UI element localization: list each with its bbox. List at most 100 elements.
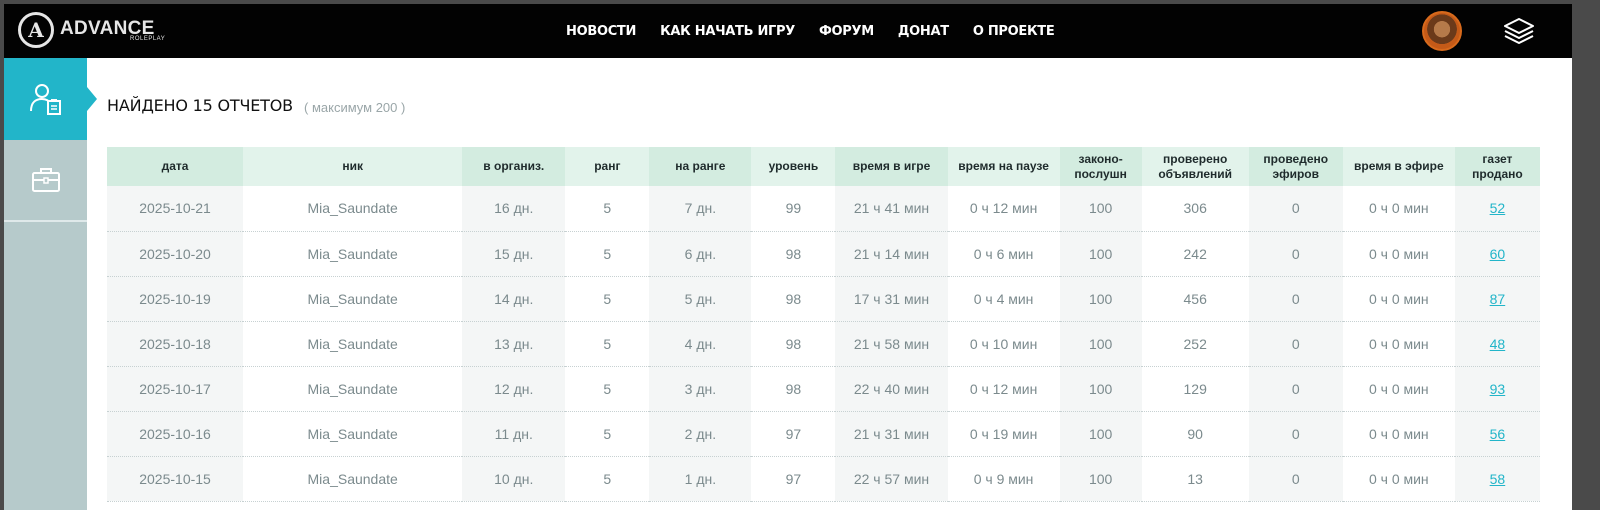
cell-nick: Mia_Saundate xyxy=(243,321,463,367)
sidebar xyxy=(4,58,97,510)
cell-ads-checked: 129 xyxy=(1141,366,1249,412)
cell-broadcasts: 0 xyxy=(1248,231,1343,277)
cell-time-on-pause: 0 ч 9 мин xyxy=(947,456,1060,502)
cell-ads-checked: 252 xyxy=(1141,321,1249,367)
cell-rank: 5 xyxy=(565,321,650,367)
cell-time-in-game: 17 ч 31 мин xyxy=(835,276,948,322)
column-header-time-on-pause[interactable]: время на паузе xyxy=(947,147,1060,186)
sidebar-item-organization[interactable] xyxy=(4,140,87,222)
cell-on-rank: 6 дн. xyxy=(649,231,752,277)
cell-broadcasts: 0 xyxy=(1248,186,1343,232)
cell-law-abiding: 100 xyxy=(1059,186,1142,232)
cell-time-on-air: 0 ч 0 мин xyxy=(1342,456,1455,502)
cell-nick: Mia_Saundate xyxy=(243,456,463,502)
cell-date: 2025-10-15 xyxy=(107,456,244,502)
nav-link-donate[interactable]: ДОНАТ xyxy=(898,24,949,39)
nav-link-about[interactable]: О ПРОЕКТЕ xyxy=(973,24,1055,39)
cell-time-in-game: 21 ч 41 мин xyxy=(835,186,948,232)
cell-nick: Mia_Saundate xyxy=(243,186,463,232)
cell-level: 98 xyxy=(751,276,836,322)
nav-link-how-to-start[interactable]: КАК НАЧАТЬ ИГРУ xyxy=(660,24,795,39)
cell-ads-checked: 13 xyxy=(1141,456,1249,502)
column-header-time-in-game[interactable]: время в игре xyxy=(835,147,948,186)
sidebar-item-reports[interactable] xyxy=(4,58,97,140)
column-header-level[interactable]: уровень xyxy=(751,147,836,186)
table-row: 2025-10-20 Mia_Saundate 15 дн. 5 6 дн. 98 21 ч… xyxy=(107,231,1540,277)
papers-sold-link[interactable]: 48 xyxy=(1490,336,1506,352)
nav-link-forum[interactable]: ФОРУМ xyxy=(819,24,874,39)
cell-ads-checked: 242 xyxy=(1141,231,1249,277)
papers-sold-link[interactable]: 87 xyxy=(1490,291,1506,307)
cell-date: 2025-10-21 xyxy=(107,186,244,232)
column-header-nick[interactable]: ник xyxy=(243,147,463,186)
table-row: 2025-10-16 Mia_Saundate 11 дн. 5 2 дн. 97 21 ч… xyxy=(107,411,1540,457)
column-header-rank[interactable]: ранг xyxy=(565,147,650,186)
cell-papers-sold: 52 xyxy=(1454,186,1540,232)
cell-ads-checked: 306 xyxy=(1141,186,1249,232)
cell-broadcasts: 0 xyxy=(1248,366,1343,412)
cell-law-abiding: 100 xyxy=(1059,366,1142,412)
cell-time-on-pause: 0 ч 12 мин xyxy=(947,366,1060,412)
cell-broadcasts: 0 xyxy=(1248,456,1343,502)
cell-law-abiding: 100 xyxy=(1059,231,1142,277)
cell-in-org: 12 дн. xyxy=(462,366,566,412)
cell-on-rank: 2 дн. xyxy=(649,411,752,457)
logo[interactable]: A ADVANCE ROLEPLAY xyxy=(18,10,168,50)
papers-sold-link[interactable]: 60 xyxy=(1490,246,1506,262)
column-header-time-on-air[interactable]: время в эфире xyxy=(1342,147,1455,186)
cell-time-on-pause: 0 ч 4 мин xyxy=(947,276,1060,322)
cell-level: 99 xyxy=(751,186,836,232)
cell-date: 2025-10-19 xyxy=(107,276,244,322)
cell-nick: Mia_Saundate xyxy=(243,231,463,277)
papers-sold-link[interactable]: 56 xyxy=(1490,426,1506,442)
table-row: 2025-10-15 Mia_Saundate 10 дн. 5 1 дн. 97 22 ч… xyxy=(107,456,1540,502)
column-header-in-org[interactable]: в организ. xyxy=(462,147,566,186)
cell-law-abiding: 100 xyxy=(1059,276,1142,322)
cell-time-on-pause: 0 ч 12 мин xyxy=(947,186,1060,232)
avatar[interactable] xyxy=(1422,11,1462,51)
cell-broadcasts: 0 xyxy=(1248,276,1343,322)
cell-time-in-game: 22 ч 40 мин xyxy=(835,366,948,412)
column-header-on-rank[interactable]: на ранге xyxy=(649,147,752,186)
page-title: НАЙДЕНО 15 ОТЧЕТОВ xyxy=(107,96,293,115)
cell-papers-sold: 58 xyxy=(1454,456,1540,502)
column-header-ads-checked[interactable]: проверено объявлений xyxy=(1141,147,1249,186)
table-row: 2025-10-21 Mia_Saundate 16 дн. 5 7 дн. 99 21 ч… xyxy=(107,186,1540,232)
cell-in-org: 11 дн. xyxy=(462,411,566,457)
column-header-broadcasts[interactable]: проведено эфиров xyxy=(1248,147,1343,186)
papers-sold-link[interactable]: 52 xyxy=(1490,200,1506,216)
column-header-date[interactable]: дата xyxy=(107,147,244,186)
cell-level: 98 xyxy=(751,321,836,367)
cell-level: 98 xyxy=(751,231,836,277)
cell-rank: 5 xyxy=(565,231,650,277)
cell-rank: 5 xyxy=(565,366,650,412)
papers-sold-link[interactable]: 58 xyxy=(1490,471,1506,487)
papers-sold-link[interactable]: 93 xyxy=(1490,381,1506,397)
cell-in-org: 15 дн. xyxy=(462,231,566,277)
cell-time-on-air: 0 ч 0 мин xyxy=(1342,411,1455,457)
layers-icon[interactable] xyxy=(1502,16,1536,46)
nav-link-news[interactable]: НОВОСТИ xyxy=(566,24,636,39)
cell-time-on-air: 0 ч 0 мин xyxy=(1342,231,1455,277)
cell-nick: Mia_Saundate xyxy=(243,276,463,322)
table-row: 2025-10-18 Mia_Saundate 13 дн. 5 4 дн. 98 21 ч… xyxy=(107,321,1540,367)
user-report-icon xyxy=(29,84,61,115)
column-header-papers-sold[interactable]: газет продано xyxy=(1454,147,1540,186)
cell-in-org: 13 дн. xyxy=(462,321,566,367)
cell-nick: Mia_Saundate xyxy=(243,411,463,457)
briefcase-icon xyxy=(31,168,60,192)
top-navbar: A ADVANCE ROLEPLAY НОВОСТИ КАК НАЧАТЬ ИГ… xyxy=(4,4,1572,58)
cell-time-on-air: 0 ч 0 мин xyxy=(1342,186,1455,232)
logo-subtitle: ROLEPLAY xyxy=(130,36,166,42)
cell-on-rank: 1 дн. xyxy=(649,456,752,502)
cell-in-org: 16 дн. xyxy=(462,186,566,232)
cell-time-on-air: 0 ч 0 мин xyxy=(1342,366,1455,412)
cell-papers-sold: 56 xyxy=(1454,411,1540,457)
cell-on-rank: 4 дн. xyxy=(649,321,752,367)
cell-level: 97 xyxy=(751,411,836,457)
cell-rank: 5 xyxy=(565,186,650,232)
cell-on-rank: 7 дн. xyxy=(649,186,752,232)
table-row: 2025-10-19 Mia_Saundate 14 дн. 5 5 дн. 98 17 ч… xyxy=(107,276,1540,322)
column-header-law-abiding[interactable]: законо-послушн xyxy=(1059,147,1142,186)
cell-time-in-game: 21 ч 31 мин xyxy=(835,411,948,457)
